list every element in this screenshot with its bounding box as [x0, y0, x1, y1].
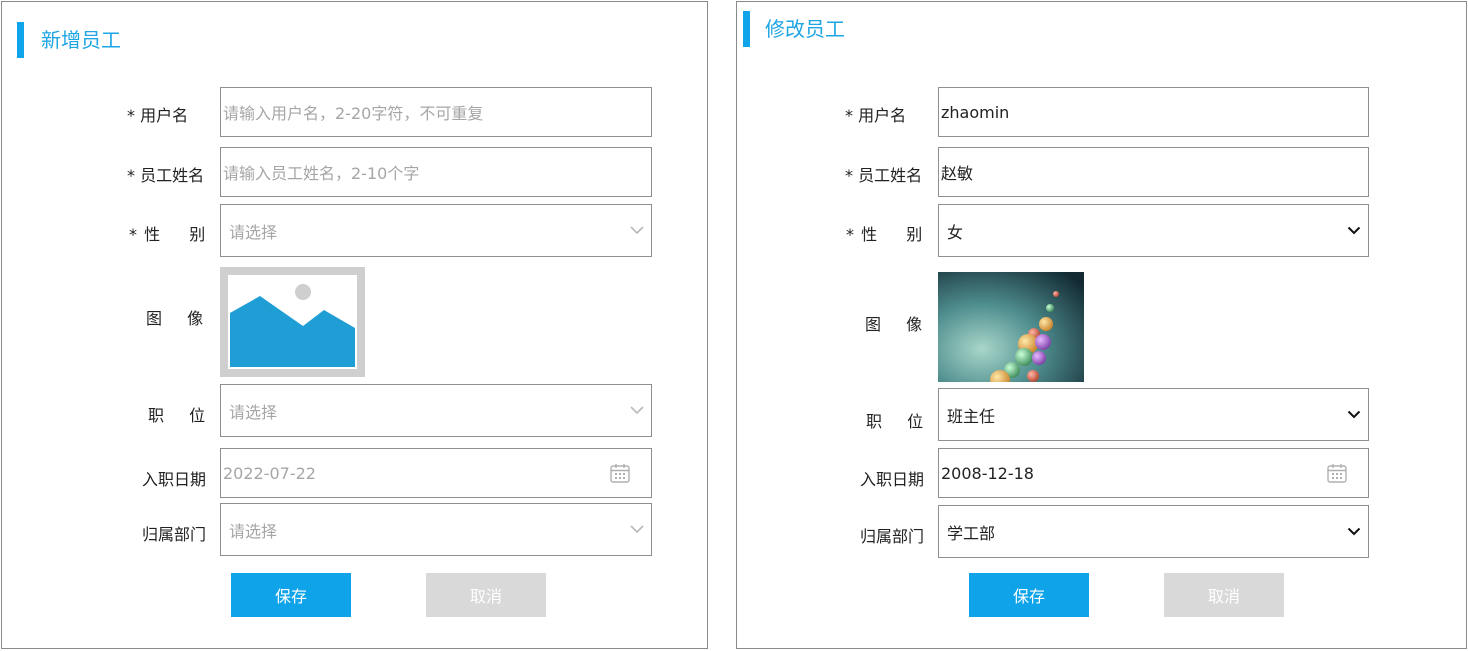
hire-date-input[interactable]: 2008-12-18 [938, 448, 1369, 498]
panel-header: 修改员工 [743, 11, 845, 47]
name-input[interactable]: 请输入员工姓名，2-10个字 [220, 147, 652, 197]
gender-value: 女 [947, 222, 964, 242]
name-input[interactable]: 赵敏 [938, 147, 1369, 197]
title-accent-bar [743, 11, 750, 47]
position-value: 班主任 [947, 406, 996, 426]
position-label-char1: 职 [866, 412, 883, 431]
balloons-photo [938, 272, 1084, 390]
username-input[interactable]: 请输入用户名，2-20字符，不可重复 [220, 87, 652, 137]
save-button[interactable]: 保存 [969, 573, 1089, 617]
username-label: * 用户名 [845, 106, 907, 125]
name-placeholder: 请输入员工姓名，2-10个字 [223, 164, 420, 183]
avatar-label-char1: 图 [146, 309, 163, 328]
department-label: 归属部门 [142, 525, 207, 544]
chevron-down-icon [1346, 407, 1362, 423]
username-value: zhaomin [941, 102, 1010, 122]
hire-date-input[interactable]: 2022-07-22 [220, 448, 652, 498]
department-value: 学工部 [947, 523, 996, 543]
username-placeholder: 请输入用户名，2-20字符，不可重复 [223, 104, 484, 123]
page-title: 新增员工 [41, 28, 121, 52]
gender-label-char1: 性 [144, 225, 161, 244]
cancel-button[interactable]: 取消 [426, 573, 546, 617]
required-mark: * [129, 225, 137, 244]
gender-select[interactable]: 请选择 [220, 204, 652, 257]
gender-label: * 性 别 [129, 221, 205, 245]
edit-employee-panel: 修改员工 * 用户名 zhaomin * 员工姓名 赵敏 * 性 别 女 图 像 [736, 1, 1467, 649]
avatar-image[interactable] [938, 272, 1084, 390]
hire-date-label: 入职日期 [142, 470, 207, 489]
position-label-char1: 职 [148, 406, 165, 425]
username-input[interactable]: zhaomin [938, 87, 1369, 137]
page-title: 修改员工 [765, 17, 845, 41]
gender-label: * 性 别 [846, 221, 922, 245]
department-placeholder: 请选择 [229, 521, 278, 541]
name-label: * 员工姓名 [845, 166, 923, 185]
position-placeholder: 请选择 [229, 402, 278, 422]
title-accent-bar [17, 22, 24, 58]
chevron-down-icon [629, 522, 645, 538]
username-label: * 用户名 [127, 106, 189, 125]
hire-date-label: 入职日期 [860, 470, 925, 489]
position-label-char2: 位 [907, 412, 924, 431]
panel-header: 新增员工 [17, 22, 121, 58]
name-value: 赵敏 [941, 164, 974, 183]
cancel-button[interactable]: 取消 [1164, 573, 1284, 617]
gender-placeholder: 请选择 [229, 222, 278, 242]
avatar-label-char1: 图 [865, 315, 882, 334]
department-label: 归属部门 [860, 527, 925, 546]
chevron-down-icon [1346, 223, 1362, 239]
avatar-label: 图 像 [865, 311, 922, 335]
position-select[interactable]: 班主任 [938, 388, 1369, 441]
avatar-label: 图 像 [146, 305, 203, 329]
gender-label-char2: 别 [189, 225, 206, 244]
save-button[interactable]: 保存 [231, 573, 351, 617]
department-select[interactable]: 请选择 [220, 503, 652, 556]
chevron-down-icon [1346, 524, 1362, 540]
avatar-label-char2: 像 [187, 309, 204, 328]
gender-label-char2: 别 [906, 225, 923, 244]
calendar-icon[interactable] [1326, 462, 1348, 484]
position-select[interactable]: 请选择 [220, 384, 652, 437]
avatar-upload[interactable] [220, 267, 365, 377]
position-label-char2: 位 [189, 406, 206, 425]
position-label: 职 位 [148, 402, 205, 426]
hire-date-value: 2022-07-22 [223, 463, 316, 483]
image-placeholder-icon [220, 267, 365, 377]
department-select[interactable]: 学工部 [938, 505, 1369, 558]
avatar-label-char2: 像 [906, 315, 923, 334]
required-mark: * [846, 225, 854, 244]
name-label: * 员工姓名 [127, 166, 205, 185]
gender-select[interactable]: 女 [938, 204, 1369, 257]
gender-label-char1: 性 [861, 225, 878, 244]
add-employee-panel: 新增员工 * 用户名 请输入用户名，2-20字符，不可重复 * 员工姓名 请输入… [1, 1, 708, 649]
position-label: 职 位 [866, 408, 923, 432]
chevron-down-icon [629, 223, 645, 239]
hire-date-value: 2008-12-18 [941, 463, 1034, 483]
calendar-icon[interactable] [609, 462, 631, 484]
chevron-down-icon [629, 403, 645, 419]
